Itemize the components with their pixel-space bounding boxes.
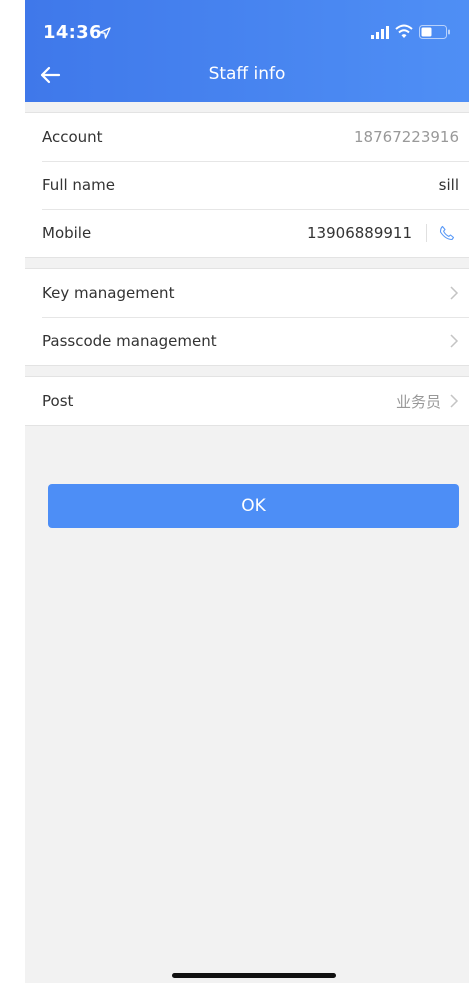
chevron-right-icon (450, 394, 459, 408)
phone-icon[interactable] (439, 225, 455, 241)
battery-icon (419, 25, 450, 39)
info-group: Account 18767223916 Full name sill Mobil… (25, 112, 469, 258)
account-value: 18767223916 (354, 128, 459, 146)
home-indicator (172, 973, 336, 978)
wifi-icon (395, 24, 413, 38)
account-label: Account (42, 128, 103, 146)
passcode-management-label: Passcode management (42, 332, 217, 350)
status-time: 14:36 (43, 22, 102, 43)
mobile-value[interactable]: 13906889911 (307, 224, 412, 242)
mobile-label: Mobile (42, 224, 92, 242)
management-group: Key management Passcode management (25, 268, 469, 366)
account-row: Account 18767223916 (25, 113, 469, 161)
location-arrow-icon (99, 27, 111, 39)
full-name-row[interactable]: Full name sill (25, 161, 469, 209)
full-name-label: Full name (42, 176, 115, 194)
chevron-right-icon (450, 286, 459, 300)
key-management-label: Key management (42, 284, 175, 302)
signal-icon (371, 26, 389, 39)
post-row[interactable]: Post 业务员 (25, 377, 469, 425)
post-label: Post (42, 392, 74, 410)
post-group: Post 业务员 (25, 376, 469, 426)
divider (426, 224, 427, 242)
mobile-row: Mobile 13906889911 (25, 209, 469, 257)
chevron-right-icon (450, 334, 459, 348)
ok-button[interactable]: OK (48, 484, 459, 528)
full-name-value[interactable]: sill (439, 176, 459, 194)
phone-screen: 14:36 Staff info Account 18767223916 Ful… (25, 0, 469, 983)
passcode-management-row[interactable]: Passcode management (25, 317, 469, 365)
post-value: 业务员 (395, 392, 441, 411)
key-management-row[interactable]: Key management (25, 269, 469, 317)
page-title: Staff info (208, 64, 286, 84)
header-bar: 14:36 Staff info (25, 0, 469, 102)
